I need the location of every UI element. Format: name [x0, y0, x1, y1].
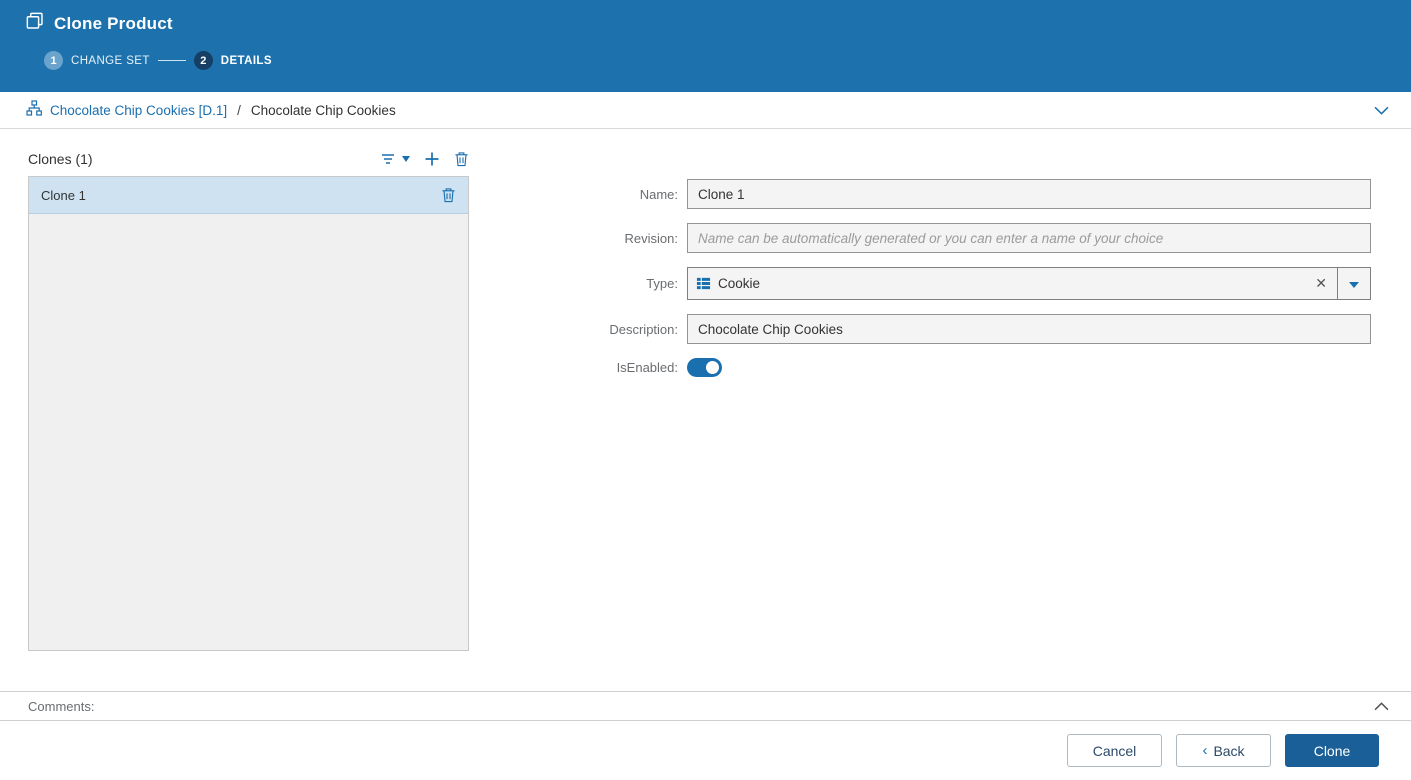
remove-clone-button[interactable]	[441, 187, 456, 203]
type-table-icon	[696, 276, 711, 291]
toggle-knob	[706, 361, 719, 374]
type-dropdown-button[interactable]	[1337, 268, 1370, 299]
back-button-label: Back	[1213, 742, 1245, 759]
step-2-circle: 2	[193, 51, 213, 70]
type-value: Cookie	[718, 276, 761, 291]
chevron-down-icon	[1374, 103, 1389, 118]
structure-icon	[26, 99, 42, 121]
caret-down-icon	[402, 156, 410, 162]
isenabled-toggle[interactable]	[687, 358, 722, 377]
breadcrumb-expand-button[interactable]	[1370, 102, 1393, 119]
type-combobox[interactable]: Cookie ✕	[687, 267, 1371, 300]
isenabled-label: IsEnabled:	[616, 360, 678, 375]
clones-panel: Clones (1) Clone 1	[28, 147, 469, 651]
cancel-button[interactable]: Cancel	[1067, 734, 1162, 767]
description-field[interactable]	[687, 314, 1371, 344]
clone-details-form: Name: Revision: Type:	[585, 179, 1380, 391]
clone-product-dialog: Clone Product 1 CHANGE SET 2 DETAILS Cho…	[0, 0, 1411, 780]
revision-label: Revision:	[624, 230, 678, 246]
wizard-steps: 1 CHANGE SET 2 DETAILS	[0, 35, 1411, 70]
step-2-label: DETAILS	[220, 54, 272, 67]
breadcrumb: Chocolate Chip Cookies [D.1] / Chocolate…	[0, 92, 1411, 129]
breadcrumb-separator: /	[237, 102, 241, 118]
step-1-circle: 1	[44, 51, 63, 70]
clone-button[interactable]: Clone	[1285, 734, 1379, 767]
name-field[interactable]	[687, 179, 1371, 209]
type-clear-button[interactable]: ✕	[1305, 268, 1337, 299]
clone-item-name: Clone 1	[41, 187, 86, 203]
clones-panel-title: Clones (1)	[28, 151, 93, 167]
description-label: Description:	[609, 321, 678, 337]
step-connector	[157, 60, 186, 61]
trash-icon	[454, 151, 469, 167]
dropdown-arrow-icon	[1349, 276, 1359, 291]
type-label: Type:	[646, 276, 678, 291]
step-1-label: CHANGE SET	[71, 54, 150, 67]
delete-clone-button[interactable]	[454, 151, 469, 167]
trash-icon	[441, 187, 456, 203]
clone-list: Clone 1	[28, 176, 469, 651]
page-title: Clone Product	[54, 13, 173, 33]
chevron-left-icon: ‹	[1202, 742, 1208, 759]
dialog-header: Clone Product 1 CHANGE SET 2 DETAILS	[0, 0, 1411, 92]
back-button[interactable]: ‹ Back	[1176, 734, 1271, 767]
chevron-up-icon	[1374, 699, 1389, 714]
comments-collapse-button[interactable]	[1370, 698, 1393, 715]
step-details[interactable]: 2 DETAILS	[193, 51, 272, 70]
filter-icon	[381, 152, 398, 167]
filter-button[interactable]	[381, 152, 410, 167]
breadcrumb-link[interactable]: Chocolate Chip Cookies [D.1]	[50, 103, 227, 118]
comments-label: Comments:	[28, 698, 95, 714]
dialog-footer: Cancel ‹ Back Clone	[0, 721, 1411, 780]
name-label: Name:	[639, 186, 678, 202]
comments-section: Comments:	[0, 691, 1411, 721]
clone-icon	[26, 12, 44, 35]
breadcrumb-current: Chocolate Chip Cookies	[250, 102, 396, 118]
plus-icon	[424, 151, 440, 167]
close-icon: ✕	[1315, 275, 1327, 291]
revision-field[interactable]	[687, 223, 1371, 253]
add-clone-button[interactable]	[424, 151, 440, 167]
step-change-set[interactable]: 1 CHANGE SET	[44, 51, 150, 70]
list-item-clone-1[interactable]: Clone 1	[29, 177, 468, 214]
